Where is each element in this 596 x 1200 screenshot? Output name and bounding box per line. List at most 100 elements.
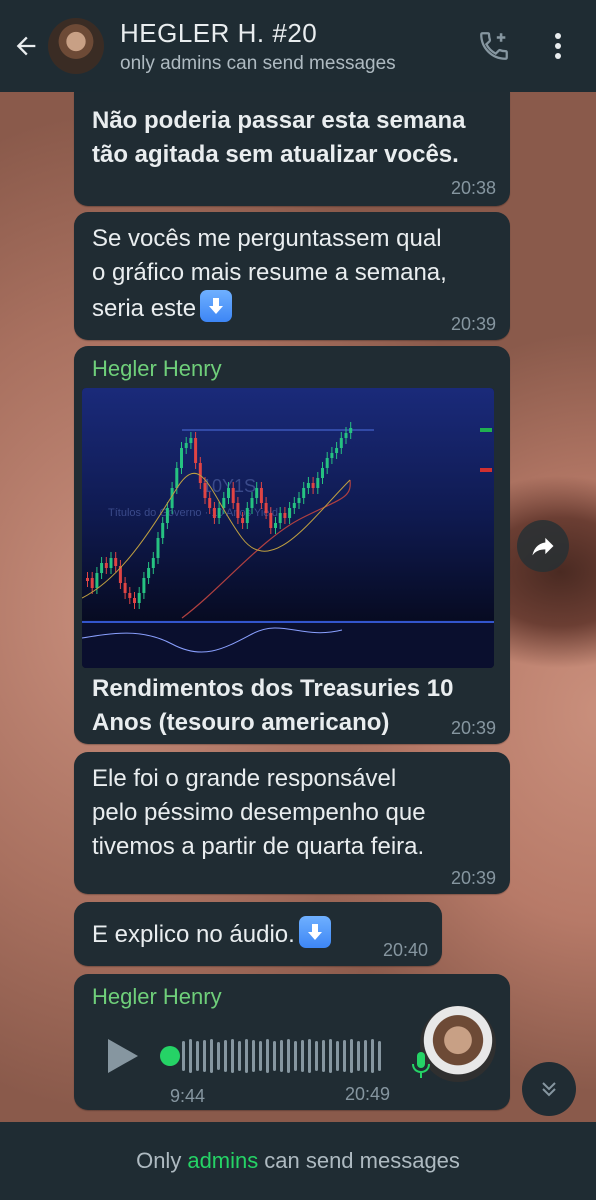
audio-waveform[interactable] [182,1038,381,1074]
sender-name: Hegler Henry [92,356,222,381]
waveform-bar [315,1041,318,1071]
audio-message-bubble[interactable]: Hegler Henry 9:44 20:49 [74,974,510,1110]
chart-candle [222,498,226,508]
waveform-bar [217,1042,220,1070]
message-bubble[interactable]: Se vocês me perguntassem qual o gráfico … [74,212,510,340]
chat-title-area[interactable]: HEGLER H. #20 only admins can send messa… [120,18,474,75]
chart-candle [104,563,108,568]
chart-candle [288,508,292,518]
message-time: 20:49 [344,1084,390,1104]
chart-candle [269,513,273,528]
chart-candle [344,433,348,438]
read-only-footer: Only admins can send messages [0,1122,596,1200]
more-vert-icon[interactable] [538,26,578,66]
chart-candle [325,458,329,468]
chart-candle [212,508,216,518]
image-message-bubble[interactable]: Hegler Henry 10Y1S Títulos do Governo · … [74,346,510,744]
chart-candle [349,428,353,433]
chat-avatar[interactable] [48,18,104,74]
chart-candle [114,558,118,566]
chart-candle [123,583,127,593]
message-text: Se vocês me perguntassem qual o gráfico … [92,225,447,322]
chart-candle [306,483,310,488]
message-text: Ele foi o grande responsável pelo péssim… [92,765,426,860]
chart-candle [316,478,320,488]
chart-candle [264,503,268,513]
waveform-bar [287,1039,290,1073]
waveform-bar [196,1041,199,1071]
chart-candle [292,503,296,508]
waveform-bar [308,1039,311,1073]
chart-candle [339,438,343,448]
down-arrow-emoji-icon [200,290,233,322]
chart-candle [283,513,287,518]
add-call-icon[interactable] [474,26,514,66]
chart-candle [180,448,183,468]
message-bubble[interactable]: Ele foi o grande responsável pelo péssim… [74,752,510,894]
chart-candle [165,508,169,523]
waveform-bar [245,1039,248,1073]
chart-candle [203,483,207,498]
waveform-bar [357,1041,360,1071]
message-bubble[interactable]: E explico no áudio. 20:40 [74,902,442,966]
footer-admins-link[interactable]: admins [187,1148,258,1174]
chart-candle [278,513,282,523]
audio-seek-handle[interactable] [160,1046,180,1066]
chart-image[interactable]: 10Y1S Títulos do Governo · 10 Anos Yield [82,388,494,668]
mic-icon [410,1050,432,1085]
waveform-bar [182,1041,185,1071]
waveform-bar [294,1041,297,1071]
chart-candle [137,593,141,603]
chart-candle [194,438,198,463]
chart-candle [321,468,324,478]
chart-candle [302,488,306,498]
image-caption: Rendimentos dos Treasuries 10 Anos (teso… [92,675,454,736]
waveform-bar [189,1039,192,1073]
waveform-bar [322,1040,325,1072]
chart-candle [161,523,165,538]
chart-candle [274,523,277,528]
footer-prefix: Only [136,1148,182,1173]
back-arrow-icon[interactable] [10,30,42,62]
chart-candle [227,488,230,498]
forward-icon[interactable] [517,520,569,572]
waveform-bar [266,1039,269,1073]
chat-title: HEGLER H. #20 [120,17,318,48]
chart-candle [311,483,315,488]
chart-candle [151,558,155,568]
chart-candle [86,578,89,581]
waveform-bar [224,1040,227,1072]
message-time: 20:39 [450,314,496,334]
chart-candle [142,578,146,593]
chart-candle [245,508,249,523]
chart-candle [133,598,136,603]
message-bubble[interactable]: Não poderia passar esta semana tão agita… [74,92,510,206]
chart-candle [184,443,188,448]
chart-candle [100,563,104,573]
chart-candle [95,573,99,588]
scroll-down-icon[interactable] [522,1062,576,1116]
chat-subtitle: only admins can send messages [120,52,396,74]
waveform-bar [238,1041,241,1071]
waveform-bar [252,1040,255,1072]
message-time: 20:39 [450,718,496,738]
play-icon[interactable] [104,1036,142,1081]
down-arrow-emoji-icon [298,916,331,948]
waveform-bar [371,1039,374,1073]
waveform-bar [350,1039,353,1073]
chart-candle [236,503,240,518]
footer-suffix: can send messages [264,1148,460,1173]
chart-candle [90,578,94,588]
waveform-bar [329,1039,332,1073]
chart-candle [175,468,179,488]
chart-candle [330,453,334,458]
waveform-bar [259,1041,262,1071]
waveform-bar [364,1040,367,1072]
waveform-bar [301,1040,304,1072]
waveform-bar [273,1041,276,1071]
waveform-bar [203,1040,206,1072]
chart-candle [250,498,254,508]
chart-candle [198,463,202,483]
chat-header: HEGLER H. #20 only admins can send messa… [0,0,596,92]
message-text: E explico no áudio. [92,916,331,952]
